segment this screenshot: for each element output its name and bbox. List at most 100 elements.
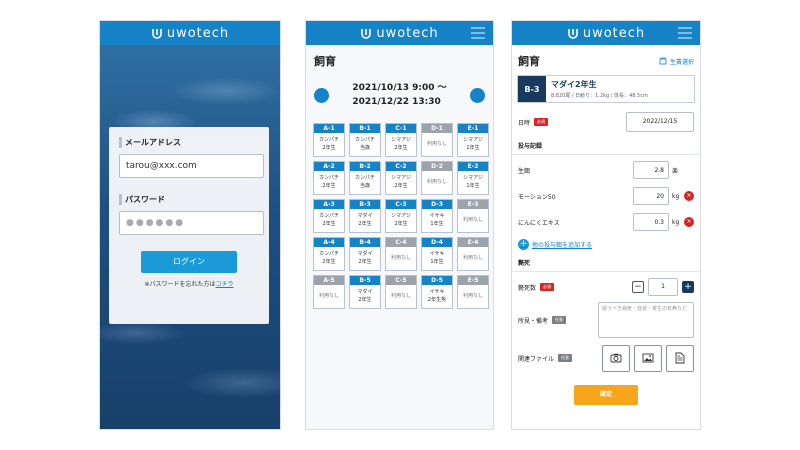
pen-code: D-5 (422, 276, 452, 285)
pen-species-line1: シマアジ (391, 175, 411, 181)
files-label: 関連ファイル (518, 355, 555, 363)
pen-cell[interactable]: C-3 シマアジ 2年生 (385, 199, 417, 233)
pen-species: 利用なし (458, 247, 488, 262)
pen-species-line1: 利用なし (462, 217, 483, 223)
pen-grid-screen: uwotech 飼育 2021/10/13 9:00 〜 2021/12/22 … (305, 20, 494, 430)
pen-code: A-5 (314, 276, 344, 285)
pen-cell[interactable]: D-1 利用なし (421, 123, 453, 157)
pen-species-line1: 利用なし (426, 179, 447, 185)
pen-cell[interactable]: A-4 カンパチ 2年生 (313, 237, 345, 271)
pen-cell[interactable]: C-1 シマアジ 2年生 (385, 123, 417, 157)
pen-cell[interactable]: E-1 シマアジ 1年生 (457, 123, 489, 157)
pen-cell[interactable]: A-3 カンパチ 2年生 (313, 199, 345, 233)
next-period-button[interactable] (469, 87, 485, 103)
pen-code: D-3 (422, 200, 452, 209)
optional-badge: 任意 (558, 354, 573, 362)
pen-cell[interactable]: B-1 カンパチ 当歳 (349, 123, 381, 157)
email-field[interactable]: tarou@xxx.com (119, 154, 264, 178)
date-range-row: 2021/10/13 9:00 〜 2021/12/22 13:30 (306, 69, 493, 109)
logo-text: uwotech (582, 25, 646, 41)
login-button[interactable]: ログイン (141, 251, 237, 273)
pen-cell[interactable]: D-3 イサキ 1年生 (421, 199, 453, 233)
pen-cell[interactable]: A-5 利用なし (313, 275, 345, 309)
pen-code: D-4 (422, 238, 452, 247)
pen-cell[interactable]: E-5 利用なし (457, 275, 489, 309)
death-section-title: 斃死 (512, 258, 700, 272)
pen-cell[interactable]: C-2 シマアジ 2年生 (385, 161, 417, 195)
password-label: パスワード (119, 194, 259, 205)
pen-code: A-3 (314, 200, 344, 209)
pen-cell[interactable]: B-5 マダイ 2年生 (349, 275, 381, 309)
pen-species-line1: カンパチ (318, 251, 339, 257)
pen-cell[interactable]: E-3 利用なし (457, 199, 489, 233)
pen-species-line1: 利用なし (462, 293, 483, 299)
pen-species-line1: マダイ (357, 289, 373, 295)
pen-species-line2: 1年生 (466, 183, 480, 189)
pen-code: B-2 (350, 162, 380, 171)
menu-icon[interactable] (471, 27, 485, 39)
remove-feed-icon[interactable]: × (684, 217, 694, 227)
pen-cell[interactable]: B-4 マダイ 2年生 (349, 237, 381, 271)
pen-species: カンパチ 2年生 (314, 133, 344, 152)
pen-species: シマアジ 2年生 (386, 209, 416, 228)
pen-species-line1: 利用なし (462, 255, 483, 261)
pen-species-line2: 1年生 (466, 145, 480, 151)
feed-name: にんにくエキス (518, 219, 560, 227)
pen-cell[interactable]: D-4 イサキ 1年生 (421, 237, 453, 271)
feed-section-title: 投与記録 (512, 141, 700, 155)
pen-cell[interactable]: B-2 カンパチ 当歳 (349, 161, 381, 195)
pen-cell[interactable]: B-3 マダイ 2年生 (349, 199, 381, 233)
menu-icon[interactable] (678, 27, 692, 39)
feed-amount-field[interactable]: 20 (633, 187, 669, 205)
pen-species-line2: 2年生 (322, 221, 336, 227)
pen-cell[interactable]: A-1 カンパチ 2年生 (313, 123, 345, 157)
pen-cell[interactable]: C-4 利用なし (385, 237, 417, 271)
add-feed-link[interactable]: + 他の投与餌を追加する (512, 233, 700, 250)
forgot-password-prefix: ※パスワードを忘れた方は (144, 281, 216, 288)
pen-code: B-4 (350, 238, 380, 247)
pen-species: マダイ 2年生 (350, 247, 380, 266)
notes-label: 所見・備考 (518, 317, 549, 325)
pen-cell[interactable]: E-4 利用なし (457, 237, 489, 271)
pen-cell[interactable]: C-5 利用なし (385, 275, 417, 309)
pen-cell[interactable]: D-2 利用なし (421, 161, 453, 195)
feed-unit: 楽 (672, 167, 679, 175)
required-badge: 必須 (534, 118, 549, 126)
forgot-password-link[interactable]: コチラ (216, 281, 234, 288)
remove-feed-icon[interactable]: × (684, 191, 694, 201)
pen-cell[interactable]: D-5 イサキ 2年生魚 (421, 275, 453, 309)
notes-textarea[interactable]: 疑うべき病気・症状・寄生の有無など (598, 302, 694, 338)
pen-species: マダイ 2年生 (350, 209, 380, 228)
document-button[interactable] (666, 344, 694, 372)
pen-species-line2: 2年生 (394, 183, 408, 189)
confirm-button[interactable]: 確定 (574, 385, 638, 405)
logo-icon (361, 29, 372, 39)
document-icon (675, 352, 685, 364)
camera-button[interactable] (602, 344, 630, 372)
pen-code: C-1 (386, 124, 416, 133)
email-label: メールアドレス (119, 137, 259, 148)
pen-code: B-5 (350, 276, 380, 285)
pen-species: 利用なし (422, 133, 452, 148)
pen-species-line2: 1年生 (430, 259, 444, 265)
pen-code: E-5 (458, 276, 488, 285)
pen-species-line1: イサキ (429, 213, 445, 219)
feed-amount-field[interactable]: 0.3 (633, 213, 669, 231)
pen-species: 利用なし (314, 285, 344, 300)
pen-species-line1: シマアジ (463, 175, 483, 181)
decrement-button[interactable]: − (632, 281, 644, 293)
pen-cell[interactable]: A-2 カンパチ 2年生 (313, 161, 345, 195)
image-button[interactable] (634, 344, 662, 372)
pen-species-line2: 2年生 (322, 259, 336, 265)
camera-icon (610, 353, 622, 363)
feed-amount-field[interactable]: 2.8 (633, 161, 669, 179)
date-field[interactable]: 2022/12/15 (626, 112, 694, 132)
password-field[interactable]: ●●●●●● (119, 211, 264, 235)
prev-period-button[interactable] (314, 87, 329, 103)
site-select-link[interactable]: 生簀選択 (659, 57, 694, 66)
feed-row: にんにくエキス 0.3 kg × (512, 211, 700, 233)
increment-button[interactable]: + (682, 281, 694, 293)
death-count-field[interactable]: 1 (648, 278, 678, 296)
pen-cell[interactable]: E-2 シマアジ 1年生 (457, 161, 489, 195)
page-title: 飼育 (518, 55, 540, 68)
